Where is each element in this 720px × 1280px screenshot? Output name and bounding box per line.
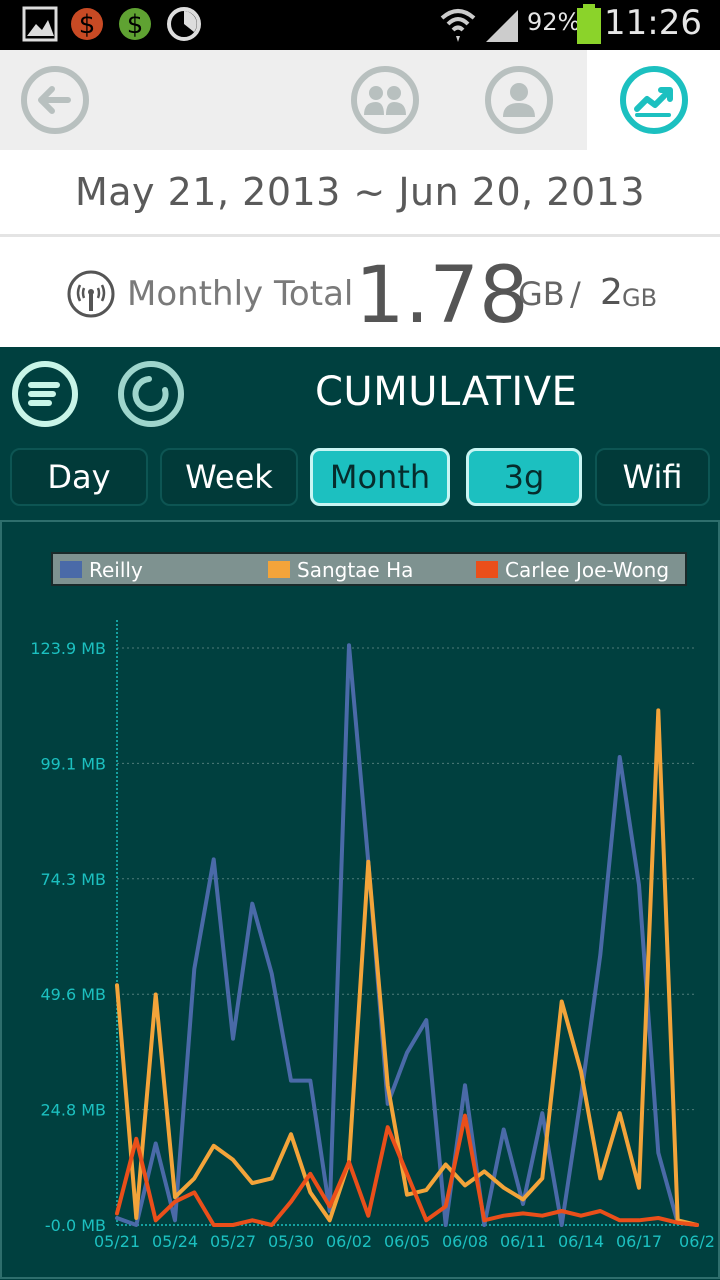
x-tick-label: 05/24 (152, 1232, 198, 1251)
tab-wifi-label: Wifi (622, 458, 683, 496)
antenna-icon (67, 270, 115, 318)
monthly-total-separator: / (570, 275, 581, 313)
svg-text:$: $ (127, 10, 144, 40)
monthly-total-label: Monthly Total (127, 274, 354, 314)
tab-month-label: Month (329, 458, 431, 496)
group-icon[interactable] (350, 65, 420, 135)
date-range: May 21, 2013 ~ Jun 20, 2013 (74, 170, 646, 214)
clock-icon (167, 7, 201, 41)
battery-percent: 92% (527, 8, 581, 36)
refresh-icon[interactable] (117, 360, 185, 428)
dollar-red-icon: $ (71, 8, 103, 40)
menu-icon[interactable] (11, 360, 79, 428)
x-tick-label: 05/30 (268, 1232, 314, 1251)
y-tick-label: 24.8 MB (41, 1101, 107, 1120)
toolbar (0, 50, 720, 150)
back-icon[interactable] (20, 65, 90, 135)
y-tick-label: 123.9 MB (30, 639, 106, 658)
usage-line-chart: -0.0 MB24.8 MB49.6 MB74.3 MB99.1 MB123.9… (0, 520, 720, 1279)
tab-week-label: Week (185, 458, 273, 496)
wifi-icon (440, 9, 476, 42)
monthly-limit-value: 2 (600, 272, 623, 313)
tab-3g[interactable]: 3g (466, 448, 582, 506)
legend-label: Sangtae Ha (297, 558, 413, 582)
legend-swatch (60, 561, 82, 578)
chart-frame (0, 520, 720, 1279)
tab-month[interactable]: Month (310, 448, 450, 506)
x-tick-label: 06/2 (679, 1232, 715, 1251)
y-tick-label: 74.3 MB (41, 870, 107, 889)
tab-day-label: Day (47, 458, 111, 496)
gallery-icon (22, 6, 58, 42)
legend-label: Reilly (89, 558, 143, 582)
monthly-total-unit: GB (518, 275, 565, 313)
x-tick-label: 05/21 (94, 1232, 140, 1251)
chart-legend: Reilly Sangtae Ha Carlee Joe-Wong (51, 552, 687, 586)
x-tick-label: 06/11 (500, 1232, 546, 1251)
monthly-total-value: 1.78 (355, 251, 529, 341)
x-tick-label: 06/08 (442, 1232, 488, 1251)
dollar-green-icon: $ (119, 8, 151, 40)
tab-3g-label: 3g (503, 458, 545, 496)
x-tick-label: 06/02 (326, 1232, 372, 1251)
legend-swatch (476, 561, 498, 578)
monthly-limit-unit: GB (622, 284, 658, 312)
x-tick-label: 06/05 (384, 1232, 430, 1251)
tab-week[interactable]: Week (160, 448, 298, 506)
panel-title: CUMULATIVE (315, 369, 578, 415)
svg-text:$: $ (79, 10, 96, 40)
tab-wifi[interactable]: Wifi (595, 448, 710, 506)
x-tick-label: 05/27 (210, 1232, 256, 1251)
monthly-total-row: Monthly Total 1.78 GB / 2 GB (0, 237, 720, 347)
legend-swatch (268, 561, 290, 578)
y-tick-label: 99.1 MB (41, 754, 107, 773)
y-tick-label: 49.6 MB (41, 985, 107, 1004)
battery-icon (577, 4, 601, 44)
x-tick-label: 06/17 (616, 1232, 662, 1251)
trend-icon[interactable] (619, 65, 689, 135)
date-range-row: May 21, 2013 ~ Jun 20, 2013 (0, 150, 720, 237)
person-icon[interactable] (484, 65, 554, 135)
status-clock: 11:26 (604, 3, 702, 43)
status-bar: $ $ 92% 11:26 (0, 0, 720, 50)
tab-day[interactable]: Day (10, 448, 148, 506)
legend-label: Carlee Joe-Wong (505, 558, 669, 582)
signal-icon (486, 10, 518, 42)
x-tick-label: 06/14 (558, 1232, 604, 1251)
